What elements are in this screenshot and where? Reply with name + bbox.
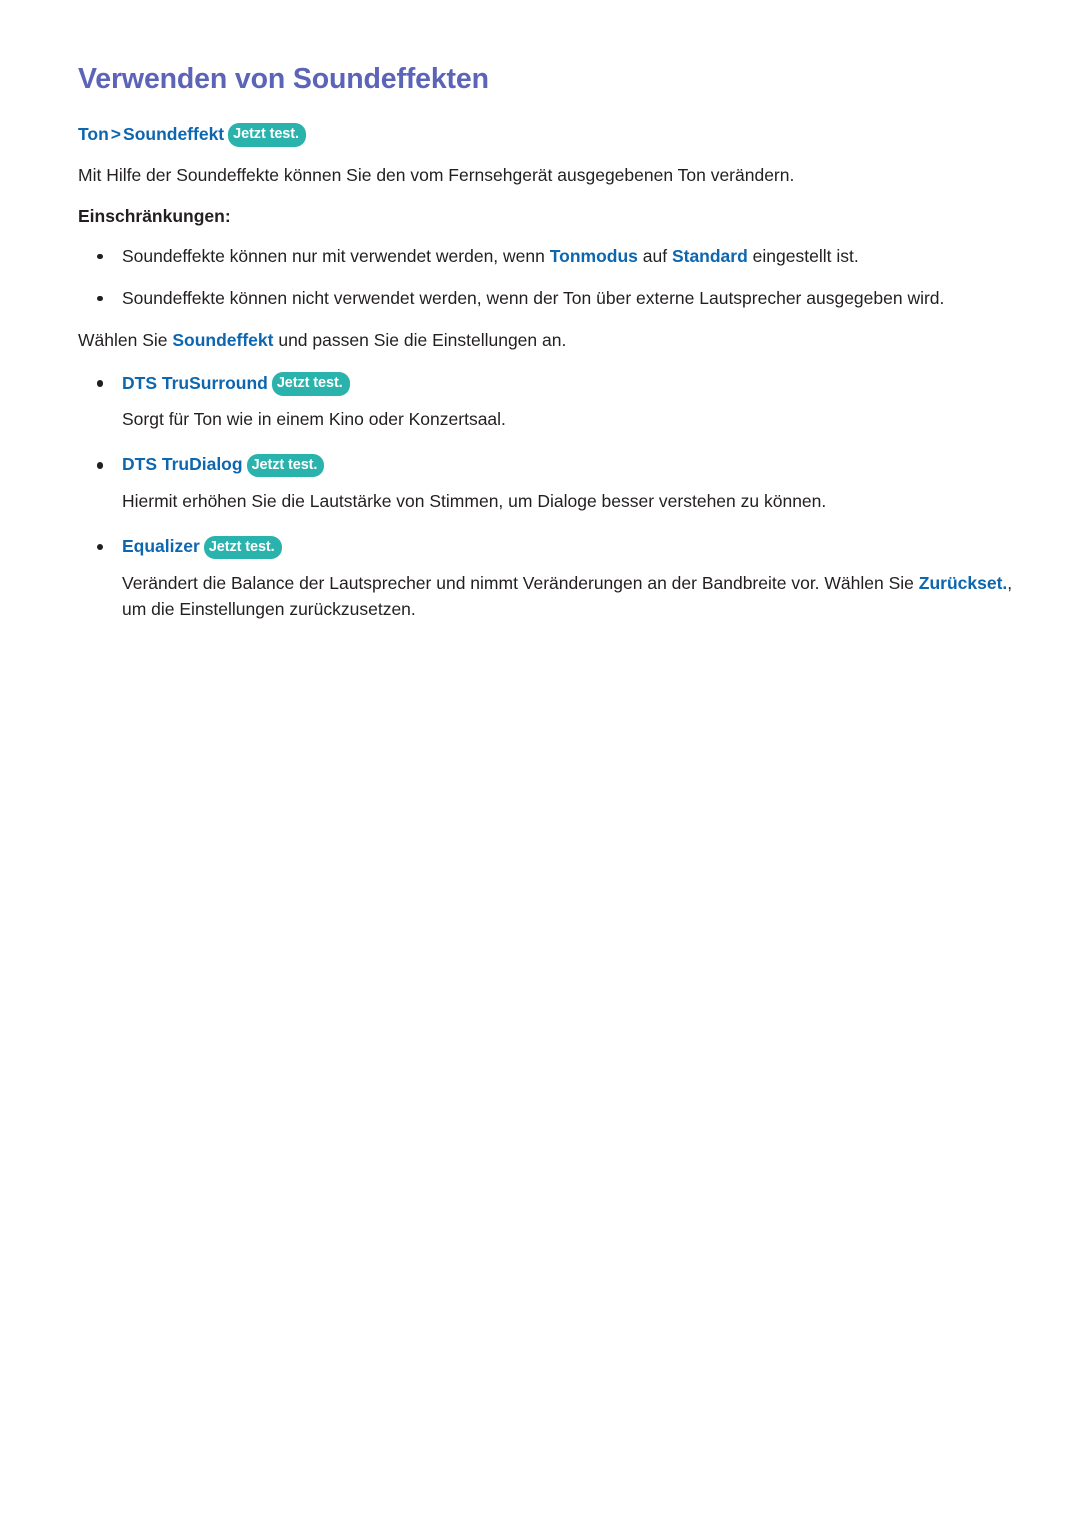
page-title: Verwenden von Soundeffekten bbox=[78, 63, 489, 95]
equalizer-emphasis-zuruckset: Zurückset. bbox=[918, 572, 1008, 593]
option-description-equalizer: Verändert die Balance der Lautsprecher u… bbox=[78, 570, 1018, 623]
bullet-dot-icon bbox=[96, 462, 103, 469]
equalizer-desc-a: Verändert die Balance der Lautsprecher u… bbox=[122, 572, 919, 593]
limitation-text-1c: eingestellt ist. bbox=[747, 245, 859, 266]
try-now-badge[interactable]: Jetzt test. bbox=[271, 372, 350, 396]
option-label-dts-trudialog[interactable]: DTS TruDialog bbox=[122, 454, 243, 474]
bullet-dot-icon bbox=[97, 253, 103, 260]
bullet-dot-icon bbox=[96, 380, 103, 387]
option-description-dts-trusurround: Sorgt für Ton wie in einem Kino oder Kon… bbox=[122, 409, 506, 430]
limitation-item: Soundeffekte können nur mit verwendet we… bbox=[78, 243, 1018, 269]
select-text-a: Wählen Sie bbox=[78, 330, 173, 351]
limitation-text-2: Soundeffekte können nicht verwendet werd… bbox=[122, 288, 945, 309]
limitation-emphasis-tonmodus: Tonmodus bbox=[549, 245, 638, 266]
option-description-dts-trudialog: Hiermit erhöhen Sie die Lautstärke von S… bbox=[122, 490, 827, 511]
select-text-b: und passen Sie die Einstellungen an. bbox=[273, 330, 567, 351]
menu-path-root: Ton bbox=[78, 123, 109, 144]
limitation-item: Soundeffekte können nicht verwendet werd… bbox=[78, 285, 1018, 311]
limitations-heading: Einschränkungen: bbox=[78, 206, 231, 227]
option-item-dts-trudialog: DTS TruDialog Jetzt test. bbox=[78, 451, 1018, 479]
menu-path-separator: > bbox=[110, 123, 122, 144]
try-now-badge[interactable]: Jetzt test. bbox=[203, 535, 282, 560]
bullet-dot-icon bbox=[96, 543, 103, 551]
limitation-emphasis-standard: Standard bbox=[671, 245, 748, 266]
try-now-badge[interactable]: Jetzt test. bbox=[246, 453, 325, 478]
option-label-equalizer[interactable]: Equalizer bbox=[122, 536, 200, 556]
option-item-equalizer: Equalizer Jetzt test. bbox=[78, 533, 1018, 561]
limitation-text-1b: auf bbox=[637, 245, 672, 266]
menu-path: Ton > Soundeffekt Jetzt test. bbox=[78, 123, 1018, 149]
menu-path-leaf: Soundeffekt bbox=[123, 123, 225, 144]
bullet-dot-icon bbox=[97, 295, 103, 302]
page-content: Verwenden von Soundeffekten Ton > Soundeff… bbox=[78, 62, 1018, 641]
document-page: Verwenden von Soundeffekten Ton > Soundeff… bbox=[0, 0, 1080, 1527]
select-emphasis-soundeffekt: Soundeffekt bbox=[172, 330, 274, 351]
try-now-badge[interactable]: Jetzt test. bbox=[228, 123, 306, 147]
option-item-dts-trusurround: DTS TruSurround Jetzt test. bbox=[78, 370, 1018, 398]
select-instruction: Wählen Sie Soundeffekt und passen Sie di… bbox=[78, 327, 1018, 353]
limitation-text-1a: Soundeffekte können nur mit verwendet we… bbox=[122, 245, 550, 266]
option-label-dts-trusurround[interactable]: DTS TruSurround bbox=[122, 373, 268, 393]
intro-paragraph: Mit Hilfe der Soundeffekte können Sie de… bbox=[78, 165, 795, 186]
